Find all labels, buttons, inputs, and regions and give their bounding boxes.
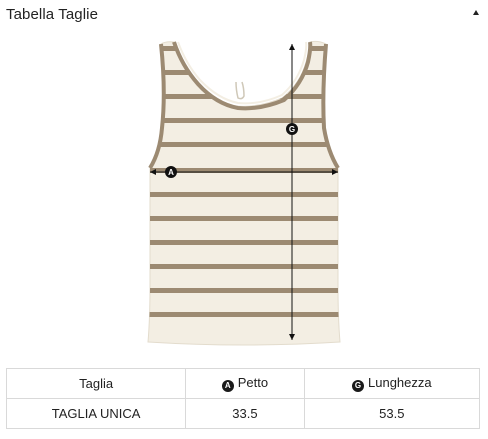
column-header-lunghezza: G Lunghezza xyxy=(303,368,481,399)
length-marker-g: G xyxy=(286,123,298,135)
column-header-petto: A Petto xyxy=(185,368,305,399)
chest-marker-a: A xyxy=(165,166,177,178)
hanger-loop xyxy=(235,81,245,100)
column-header-label: Lunghezza xyxy=(368,375,432,390)
garment-illustration: A G xyxy=(0,36,488,356)
measure-badge-g-icon: G xyxy=(352,380,365,392)
size-chart-title: Tabella Taglie xyxy=(6,6,99,23)
chest-value-cell: 33.5 xyxy=(185,398,305,429)
length-value-cell: 53.5 xyxy=(303,398,481,429)
measure-badge-a-icon: A xyxy=(221,380,234,392)
column-header-label: Petto xyxy=(237,375,269,390)
size-table-header-row: Taglia A Petto G Lunghezza xyxy=(5,368,481,399)
tank-top-diagram: A G xyxy=(147,40,341,346)
size-cell: TAGLIA UNICA xyxy=(5,398,187,429)
svg-text:A: A xyxy=(168,168,174,177)
svg-text:G: G xyxy=(289,125,295,134)
table-row: TAGLIA UNICA 33.5 53.5 xyxy=(5,398,481,429)
size-chart-header[interactable]: Tabella Taglie xyxy=(0,0,488,32)
size-table: Taglia A Petto G Lunghezza TAGLIA UNICA 33… xyxy=(5,368,481,429)
column-header-label: Taglia xyxy=(79,376,114,391)
collapse-caret-up-icon[interactable] xyxy=(473,10,479,15)
column-header-taglia: Taglia xyxy=(5,368,187,399)
